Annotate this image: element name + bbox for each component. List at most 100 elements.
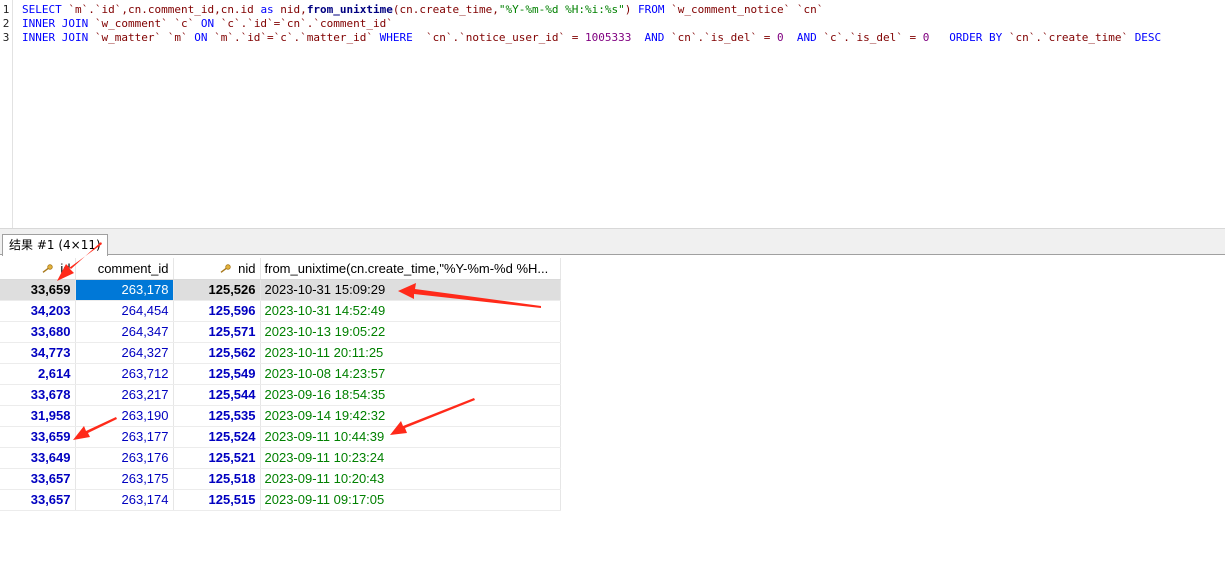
cell-nid[interactable]: 125,524 [173, 426, 261, 448]
table-row[interactable]: 33,659 263,178 125,526 2023-10-31 15:09:29 [0, 279, 561, 301]
cell-comment-id[interactable]: 263,174 [75, 489, 174, 511]
cell-nid[interactable]: 125,596 [173, 300, 261, 322]
keyword: WHERE [379, 31, 413, 44]
cell-comment-id[interactable]: 264,347 [75, 321, 174, 343]
cell-nid[interactable]: 125,571 [173, 321, 261, 343]
line-number: 1 [2, 3, 10, 16]
cell-create-time[interactable]: 2023-10-31 15:09:29 [260, 279, 561, 301]
table-row[interactable]: 33,657 263,175 125,518 2023-09-11 10:20:43 [0, 468, 561, 490]
cell-comment-id[interactable]: 264,327 [75, 342, 174, 364]
cell-create-time[interactable]: 2023-09-11 10:44:39 [260, 426, 561, 448]
table-row[interactable]: 33,649 263,176 125,521 2023-09-11 10:23:24 [0, 447, 561, 469]
table-row[interactable]: 34,203 264,454 125,596 2023-10-31 14:52:49 [0, 300, 561, 322]
column-header-label: comment_id [97, 260, 169, 276]
keyword: FROM [637, 3, 665, 16]
cell-nid[interactable]: 125,535 [173, 405, 261, 427]
keyword: AND [631, 31, 665, 44]
code-line-1[interactable]: SELECT `m`.`id`,cn.comment_id,cn.id as n… [22, 3, 823, 17]
cell-create-time[interactable]: 2023-10-13 19:05:22 [260, 321, 561, 343]
cell-comment-id[interactable]: 263,176 [75, 447, 174, 469]
table-row[interactable]: 2,614 263,712 125,549 2023-10-08 14:23:57 [0, 363, 561, 385]
cell-id[interactable]: 33,657 [0, 489, 76, 511]
cell-create-time[interactable]: 2023-10-11 20:11:25 [260, 342, 561, 364]
grid-body: 33,659 263,178 125,526 2023-10-31 15:09:29 3… [0, 279, 561, 511]
column-header-comment-id[interactable]: comment_id [75, 258, 174, 280]
table-row[interactable]: 34,773 264,327 125,562 2023-10-11 20:11:25 [0, 342, 561, 364]
cell-id[interactable]: 33,678 [0, 384, 76, 406]
result-grid[interactable]: id comment_id nid from_unixtime(cn.creat… [0, 258, 561, 511]
result-tab[interactable]: 结果 #1 (4×11) [2, 234, 108, 256]
code-text: ) [624, 3, 638, 16]
cell-nid[interactable]: 125,562 [173, 342, 261, 364]
cell-create-time[interactable]: 2023-09-11 10:20:43 [260, 468, 561, 490]
table-row[interactable]: 33,678 263,217 125,544 2023-09-16 18:54:35 [0, 384, 561, 406]
cell-create-time[interactable]: 2023-10-31 14:52:49 [260, 300, 561, 322]
code-line-3[interactable]: INNER JOIN `w_matter` `m` ON `m`.`id`=`c… [22, 31, 1161, 45]
key-icon [42, 264, 54, 273]
cell-nid[interactable]: 125,518 [173, 468, 261, 490]
cell-id[interactable]: 2,614 [0, 363, 76, 385]
table-row[interactable]: 33,659 263,177 125,524 2023-09-11 10:44:39 [0, 426, 561, 448]
cell-create-time[interactable]: 2023-09-11 10:23:24 [260, 447, 561, 469]
code-text: `cn`.`notice_user_id` = [412, 31, 585, 44]
cell-id[interactable]: 33,657 [0, 468, 76, 490]
code-text: `c`.`is_del` = [816, 31, 923, 44]
cell-comment-id[interactable]: 263,177 [75, 426, 174, 448]
table-row[interactable]: 33,680 264,347 125,571 2023-10-13 19:05:22 [0, 321, 561, 343]
cell-comment-id[interactable]: 264,454 [75, 300, 174, 322]
cell-id[interactable]: 34,773 [0, 342, 76, 364]
function-name: from_unixtime [306, 3, 393, 16]
cell-nid[interactable]: 125,544 [173, 384, 261, 406]
key-icon [220, 264, 231, 273]
cell-id[interactable]: 33,659 [0, 279, 76, 301]
code-line-2[interactable]: INNER JOIN `w_comment` `c` ON `c`.`id`=`… [22, 17, 393, 31]
cell-id[interactable]: 31,958 [0, 405, 76, 427]
cell-id[interactable]: 34,203 [0, 300, 76, 322]
code-text: `cn`.`create_time` [1002, 31, 1135, 44]
cell-comment-id[interactable]: 263,712 [75, 363, 174, 385]
grid-header-row: id comment_id nid from_unixtime(cn.creat… [0, 258, 561, 280]
cell-nid[interactable]: 125,515 [173, 489, 261, 511]
sql-editor[interactable]: 1 2 3 SELECT `m`.`id`,cn.comment_id,cn.i… [0, 0, 1225, 228]
keyword: INNER JOIN [22, 31, 89, 44]
code-text: `w_matter` `m` [88, 31, 195, 44]
table-row[interactable]: 33,657 263,174 125,515 2023-09-11 09:17:05 [0, 489, 561, 511]
code-text: `w_comment` `c` [88, 17, 201, 30]
cell-nid[interactable]: 125,526 [173, 279, 261, 301]
code-text: `c`.`id`=`cn`.`comment_id` [214, 17, 393, 30]
line-number: 3 [2, 31, 10, 44]
keyword: SELECT [22, 3, 62, 16]
number-literal: 0 [777, 31, 784, 44]
column-header-label: nid [238, 260, 256, 276]
string-literal: "%Y-%m-%d %H:%i:%s" [498, 3, 625, 16]
code-text: nid, [273, 3, 307, 16]
cell-create-time[interactable]: 2023-09-11 09:17:05 [260, 489, 561, 511]
line-number-gutter: 1 2 3 [0, 0, 13, 228]
keyword: ON [200, 17, 215, 30]
table-row[interactable]: 31,958 263,190 125,535 2023-09-14 19:42:32 [0, 405, 561, 427]
cell-comment-id[interactable]: 263,217 [75, 384, 174, 406]
column-header-nid[interactable]: nid [173, 258, 261, 280]
cell-create-time[interactable]: 2023-09-16 18:54:35 [260, 384, 561, 406]
cell-id[interactable]: 33,659 [0, 426, 76, 448]
cell-comment-id[interactable]: 263,190 [75, 405, 174, 427]
code-text: `cn`.`is_del` = [664, 31, 778, 44]
cell-nid[interactable]: 125,521 [173, 447, 261, 469]
column-header-create-time[interactable]: from_unixtime(cn.create_time,"%Y-%m-%d %… [260, 258, 561, 280]
cell-id[interactable]: 33,680 [0, 321, 76, 343]
keyword: INNER JOIN [22, 17, 89, 30]
keyword: AND [783, 31, 817, 44]
number-literal: 1005333 [584, 31, 632, 44]
result-tab-strip: 结果 #1 (4×11) [0, 228, 1225, 256]
cell-nid[interactable]: 125,549 [173, 363, 261, 385]
column-header-label: id [60, 260, 71, 276]
cell-comment-id[interactable]: 263,175 [75, 468, 174, 490]
cell-id[interactable]: 33,649 [0, 447, 76, 469]
cell-create-time[interactable]: 2023-09-14 19:42:32 [260, 405, 561, 427]
column-header-id[interactable]: id [0, 258, 76, 280]
code-text: (cn.create_time, [392, 3, 499, 16]
cell-comment-id[interactable]: 263,178 [75, 279, 174, 301]
keyword: ORDER BY [929, 31, 1003, 44]
cell-create-time[interactable]: 2023-10-08 14:23:57 [260, 363, 561, 385]
column-header-label: from_unixtime(cn.create_time,"%Y-%m-%d %… [264, 260, 549, 276]
